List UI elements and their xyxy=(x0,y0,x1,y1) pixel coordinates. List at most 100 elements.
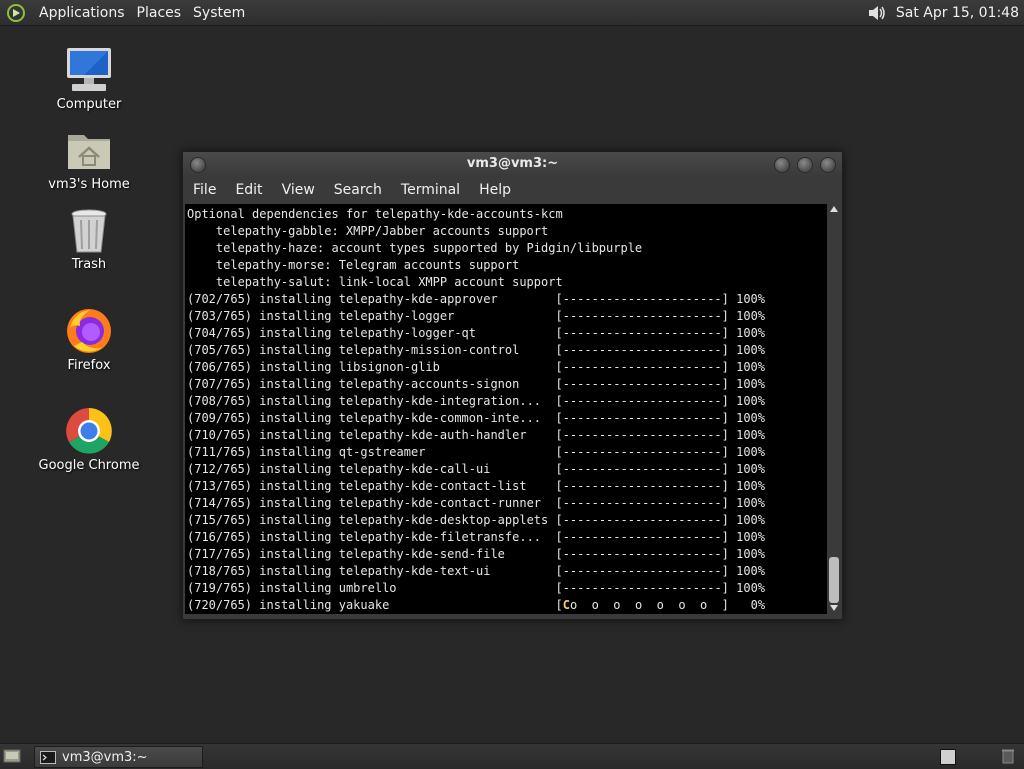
progress-bar: [----------------------] xyxy=(555,547,729,561)
progress-line: (706/765) installing libsignon-glib [---… xyxy=(187,359,827,376)
terminal-line: telepathy-haze: account types supported … xyxy=(187,241,643,255)
progress-line: (717/765) installing telepathy-kde-send-… xyxy=(187,546,827,563)
progress-count: (708/765) xyxy=(187,394,253,408)
progress-count: (719/765) xyxy=(187,581,253,595)
terminal-line: telepathy-gabble: XMPP/Jabber accounts s… xyxy=(187,224,549,238)
progress-bar: [----------------------] xyxy=(555,343,729,357)
minimize-button[interactable] xyxy=(774,157,790,173)
menu-search[interactable]: Search xyxy=(324,182,391,198)
progress-line: (711/765) installing qt-gstreamer [-----… xyxy=(187,444,827,461)
desktop-icon-label: vm3's Home xyxy=(48,177,130,192)
taskbar-window-button[interactable]: vm3@vm3:~ xyxy=(34,746,203,768)
progress-percent: 100% xyxy=(736,326,766,340)
desktop-icon-firefox[interactable]: Firefox xyxy=(34,306,144,373)
progress-line: (716/765) installing telepathy-kde-filet… xyxy=(187,529,827,546)
menu-view[interactable]: View xyxy=(272,182,324,198)
progress-bar: [----------------------] xyxy=(555,445,729,459)
progress-percent: 100% xyxy=(736,564,766,578)
applications-menu[interactable]: Applications xyxy=(33,5,131,21)
progress-text: installing umbrello xyxy=(259,581,397,595)
progress-bar: [----------------------] xyxy=(555,309,729,323)
progress-count: (713/765) xyxy=(187,479,253,493)
progress-text: installing telepathy-kde-common-inte... xyxy=(259,411,542,425)
progress-line: (715/765) installing telepathy-kde-deskt… xyxy=(187,512,827,529)
progress-bar: [----------------------] xyxy=(555,513,729,527)
distro-logo-icon[interactable] xyxy=(6,3,26,23)
workspace-switcher[interactable] xyxy=(940,749,956,765)
progress-bar: [----------------------] xyxy=(555,581,729,595)
scroll-thumb[interactable] xyxy=(829,557,839,603)
progress-text: installing qt-gstreamer xyxy=(259,445,426,459)
progress-count: (720/765) xyxy=(187,598,253,612)
progress-bar: [----------------------] xyxy=(555,428,729,442)
progress-count: (716/765) xyxy=(187,530,253,544)
progress-text: installing telepathy-kde-desktop-applets xyxy=(259,513,549,527)
title-bar[interactable]: vm3@vm3:~ xyxy=(183,152,842,176)
maximize-button[interactable] xyxy=(797,157,813,173)
trash-applet-icon[interactable] xyxy=(1000,748,1016,764)
progress-count: (702/765) xyxy=(187,292,253,306)
terminal-menu-bar: File Edit View Search Terminal Help xyxy=(183,178,842,202)
desktop-icon-computer[interactable]: Computer xyxy=(34,45,144,112)
progress-line: (718/765) installing telepathy-kde-text-… xyxy=(187,563,827,580)
progress-bar-rest: o o o o o o o ] xyxy=(569,598,729,612)
progress-percent: 100% xyxy=(736,530,766,544)
scroll-down-arrow-icon[interactable] xyxy=(830,605,838,611)
progress-text: installing telepathy-kde-contact-list xyxy=(259,479,527,493)
terminal-scrollbar[interactable] xyxy=(828,204,840,614)
terminal-line: Optional dependencies for telepathy-kde-… xyxy=(187,207,563,221)
progress-text: installing telepathy-kde-call-ui xyxy=(259,462,491,476)
progress-percent: 100% xyxy=(736,292,766,306)
progress-percent: 100% xyxy=(736,394,766,408)
places-menu[interactable]: Places xyxy=(131,5,188,21)
desktop-icon-trash[interactable]: Trash xyxy=(34,207,144,272)
menu-file[interactable]: File xyxy=(183,182,225,198)
progress-bar: [----------------------] xyxy=(555,326,729,340)
clock[interactable]: Sat Apr 15, 01:48 xyxy=(896,5,1019,21)
home-folder-icon xyxy=(68,135,110,169)
menu-help[interactable]: Help xyxy=(469,182,520,198)
progress-bar: [----------------------] xyxy=(555,377,729,391)
progress-line: (705/765) installing telepathy-mission-c… xyxy=(187,342,827,359)
volume-icon[interactable] xyxy=(866,2,888,24)
progress-line: (720/765) installing yakuake [Co o o o o… xyxy=(187,597,827,614)
system-menu[interactable]: System xyxy=(187,5,251,21)
desktop-icon-chrome[interactable]: Google Chrome xyxy=(34,406,144,473)
show-desktop-icon[interactable] xyxy=(3,748,21,764)
progress-percent: 100% xyxy=(736,309,766,323)
menu-edit[interactable]: Edit xyxy=(225,182,271,198)
terminal-output[interactable]: Optional dependencies for telepathy-kde-… xyxy=(185,204,827,614)
progress-count: (718/765) xyxy=(187,564,253,578)
progress-count: (717/765) xyxy=(187,547,253,561)
close-button[interactable] xyxy=(820,157,836,173)
progress-percent: 100% xyxy=(736,496,766,510)
progress-text: installing libsignon-glib xyxy=(259,360,440,374)
progress-text: installing telepathy-kde-approver xyxy=(259,292,498,306)
progress-line: (719/765) installing umbrello [---------… xyxy=(187,580,827,597)
progress-bar: [----------------------] xyxy=(555,564,729,578)
progress-text: installing telepathy-accounts-signon xyxy=(259,377,520,391)
progress-text: installing telepathy-kde-contact-runner xyxy=(259,496,542,510)
progress-bar: [Co o o o o o o ] xyxy=(555,598,729,612)
progress-text: installing telepathy-kde-send-file xyxy=(259,547,505,561)
progress-line: (704/765) installing telepathy-logger-qt… xyxy=(187,325,827,342)
progress-count: (706/765) xyxy=(187,360,253,374)
desktop-icon-home[interactable]: vm3's Home xyxy=(34,127,144,192)
progress-bar: [----------------------] xyxy=(555,462,729,476)
progress-line: (707/765) installing telepathy-accounts-… xyxy=(187,376,827,393)
progress-percent: 100% xyxy=(736,428,766,442)
progress-line: (702/765) installing telepathy-kde-appro… xyxy=(187,291,827,308)
pacman-cursor: C xyxy=(562,598,570,612)
progress-text: installing telepathy-kde-text-ui xyxy=(259,564,491,578)
progress-text: installing yakuake xyxy=(259,598,390,612)
progress-line: (714/765) installing telepathy-kde-conta… xyxy=(187,495,827,512)
progress-count: (707/765) xyxy=(187,377,253,391)
terminal-window[interactable]: vm3@vm3:~ File Edit View Search Terminal… xyxy=(182,151,843,620)
menu-terminal[interactable]: Terminal xyxy=(391,182,469,198)
scroll-up-arrow-icon[interactable] xyxy=(830,206,838,212)
progress-percent: 100% xyxy=(736,377,766,391)
taskbar-window-label: vm3@vm3:~ xyxy=(62,749,148,765)
chrome-icon xyxy=(66,408,112,454)
terminal-line: telepathy-salut: link-local XMPP account… xyxy=(187,275,563,289)
progress-count: (714/765) xyxy=(187,496,253,510)
